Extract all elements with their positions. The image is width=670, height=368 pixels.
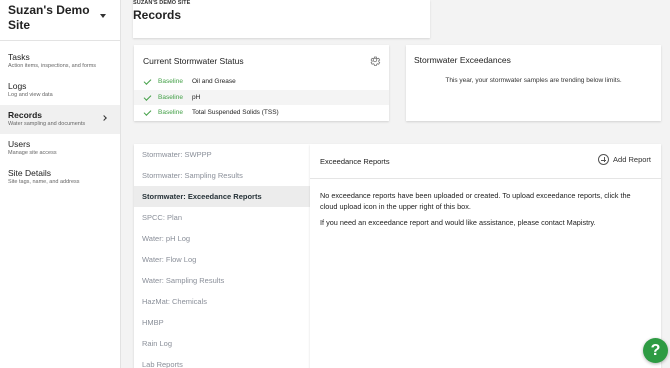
list-item[interactable]: Stormwater: SWPPP [134,144,310,165]
status-row: Baseline pH [134,90,389,105]
assistance-message: If you need an exceedance report and wou… [320,218,596,227]
nav-subtitle: Water sampling and documents [8,121,86,127]
list-item[interactable]: Water: Sampling Results [134,270,310,291]
nav-subtitle: Site tags, name, and address [8,179,80,185]
nav-subtitle: Manage site access [8,150,57,156]
checkmark-icon [143,92,152,101]
add-report-label: Add Report [613,155,651,164]
nav-label: Tasks [8,52,30,62]
checkmark-icon [143,107,152,116]
nav-label: Site Details [8,168,51,178]
status-row: Baseline Total Suspended Solids (TSS) [134,105,389,120]
status-row: Baseline Oil and Grease [134,74,389,89]
status-parameter: pH [192,94,201,101]
list-item[interactable]: Lab Reports [134,354,310,368]
site-name: Suzan's Demo Site [8,3,90,32]
page-title: Records [133,8,182,22]
nav-subtitle: Action items, inspections, and forms [8,63,97,69]
status-level: Baseline [158,78,183,85]
nav-item-users[interactable]: Users Manage site access [0,134,120,163]
card-title: Current Stormwater Status [143,56,244,66]
checkmark-icon [143,76,152,85]
status-level: Baseline [158,94,183,101]
add-report-button[interactable]: Add Report [598,154,651,165]
site-selector[interactable]: Suzan's Demo Site [0,0,120,41]
nav-label: Logs [8,81,27,91]
card-title: Stormwater Exceedances [414,55,511,65]
records-list: Stormwater: SWPPP Stormwater: Sampling R… [134,144,310,368]
exceedance-message: This year, your stormwater samples are t… [445,77,622,84]
empty-state-message: No exceedance reports have been uploaded… [320,191,631,211]
nav-subtitle: Log and view data [8,92,53,98]
status-parameter: Oil and Grease [192,78,236,85]
plus-circle-icon [598,154,610,165]
help-button[interactable]: ? [643,338,668,363]
sidebar: Suzan's Demo Site Tasks Action items, in… [0,0,121,368]
stormwater-exceedances-card: Stormwater Exceedances This year, your s… [406,45,661,121]
detail-title: Exceedance Reports [320,157,390,166]
stormwater-status-card: Current Stormwater Status Baseline Oil a… [134,45,389,121]
list-item[interactable]: Water: Flow Log [134,249,310,270]
nav-item-tasks[interactable]: Tasks Action items, inspections, and for… [0,47,120,76]
nav-item-logs[interactable]: Logs Log and view data [0,76,120,105]
list-item-selected[interactable]: Stormwater: Exceedance Reports [134,186,310,207]
nav-item-site-details[interactable]: Site Details Site tags, name, and addres… [0,163,120,192]
gear-icon[interactable] [369,54,381,66]
status-level: Baseline [158,109,183,116]
list-item[interactable]: Water: pH Log [134,228,310,249]
list-item[interactable]: Rain Log [134,333,310,354]
list-item[interactable]: Stormwater: Sampling Results [134,165,310,186]
nav-label: Users [8,139,31,149]
list-item[interactable]: HMBP [134,312,310,333]
nav-label: Records [8,110,43,120]
nav-item-records[interactable]: Records Water sampling and documents [0,105,120,134]
exceedance-reports-panel: Exceedance Reports Add Report No exceeda… [310,144,661,368]
page-eyebrow: SUZAN'S DEMO SITE [133,0,191,6]
detail-header: Exceedance Reports Add Report [310,144,661,179]
status-parameter: Total Suspended Solids (TSS) [192,109,279,116]
list-item[interactable]: SPCC: Plan [134,207,310,228]
page-header: SUZAN'S DEMO SITE Records [133,0,430,38]
caret-down-icon[interactable] [100,14,106,18]
list-item[interactable]: HazMat: Chemicals [134,291,310,312]
